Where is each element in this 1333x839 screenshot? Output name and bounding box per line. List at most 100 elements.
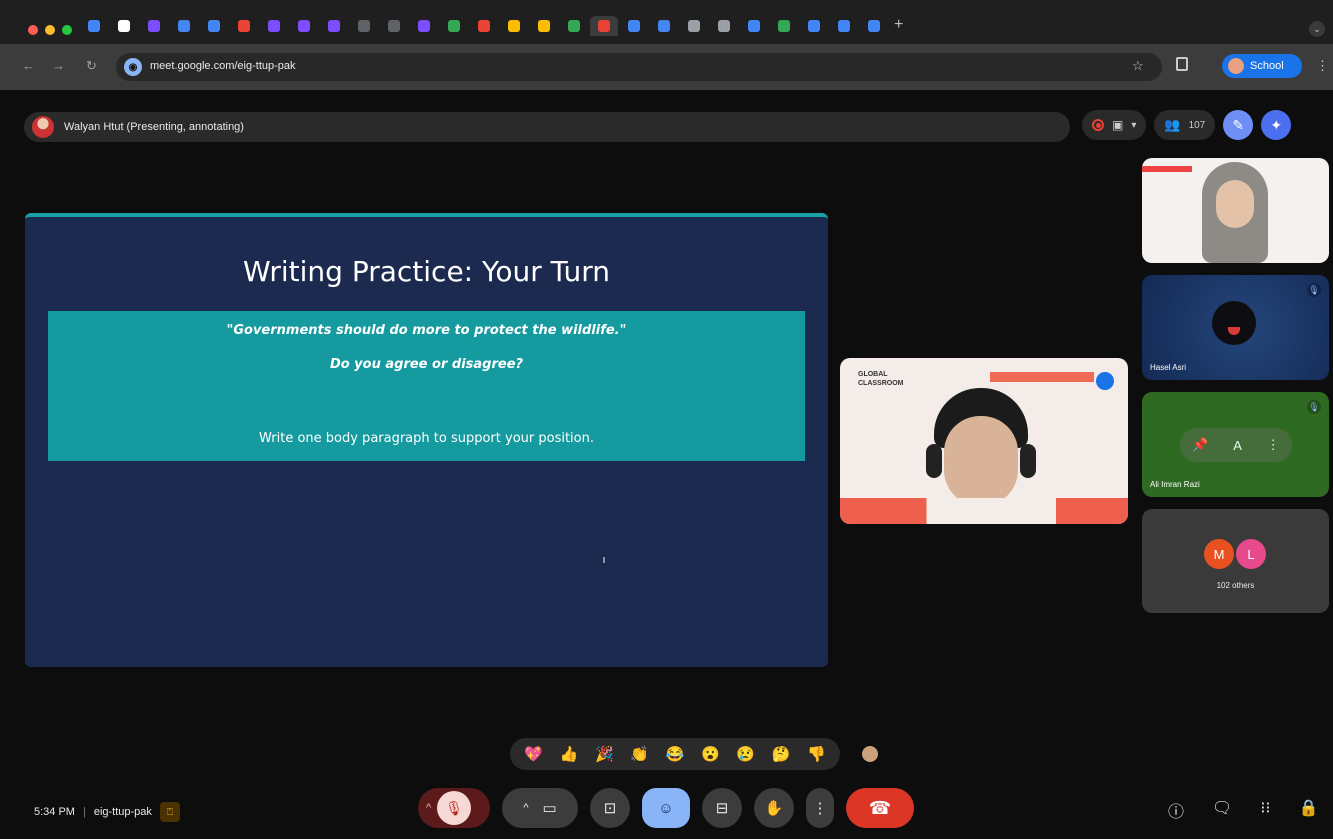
browser-tab[interactable]	[740, 16, 768, 36]
call-controls: ^ 🎙 ^ ▭ ⊡ ☺ ⊟ ✋ ⋮ ☎	[418, 788, 914, 828]
browser-tab[interactable]	[710, 16, 738, 36]
reaction-emoji[interactable]: 👏	[630, 747, 649, 762]
forward-icon[interactable]: →	[52, 58, 65, 73]
present-button[interactable]: ⊟	[702, 788, 742, 828]
more-options-icon[interactable]: ⋮	[1267, 437, 1280, 453]
more-options-button[interactable]: ⋮	[806, 788, 834, 828]
chevron-up-icon[interactable]: ^	[523, 802, 528, 814]
pinned-participant-tile[interactable]: GLOBAL CLASSROOM	[840, 358, 1128, 524]
address-bar[interactable]: ◉ meet.google.com/eig-ttup-pak	[116, 53, 1162, 81]
browser-tab[interactable]	[80, 16, 108, 36]
raise-hand-button[interactable]: ✋	[754, 788, 794, 828]
participants-pill[interactable]: 👥 107	[1154, 110, 1216, 140]
browser-tab[interactable]	[170, 16, 198, 36]
tab-favicon-icon	[778, 20, 790, 32]
browser-tab[interactable]	[320, 16, 348, 36]
slide-title: Writing Practice: Your Turn	[242, 255, 611, 288]
back-icon[interactable]: ←	[22, 58, 35, 73]
browser-tab[interactable]	[230, 16, 258, 36]
captions-icon: ⊡	[603, 800, 617, 817]
new-tab-icon[interactable]: +	[894, 16, 903, 36]
reaction-emoji[interactable]: 👍	[560, 747, 579, 762]
reaction-emoji[interactable]: 💖	[524, 747, 543, 762]
browser-tab[interactable]	[260, 16, 288, 36]
captions-button[interactable]: ⊡	[590, 788, 630, 828]
reload-icon[interactable]: ↻	[86, 58, 97, 74]
browser-tab[interactable]	[800, 16, 828, 36]
browser-tab[interactable]	[680, 16, 708, 36]
profile-button[interactable]: School	[1222, 54, 1302, 78]
browser-tab[interactable]	[290, 16, 318, 36]
browser-menu-icon[interactable]: ⋮	[1316, 58, 1329, 74]
chat-icon[interactable]: 🗨	[1212, 798, 1232, 822]
camera-control[interactable]: ^ ▭	[502, 788, 578, 828]
extensions-icon[interactable]	[1176, 57, 1188, 71]
emoji-reactions-button[interactable]: ☺	[642, 788, 690, 828]
others-tile[interactable]: M L 102 others	[1142, 509, 1329, 613]
presenter-bar[interactable]: Walyan Htut (Presenting, annotating)	[24, 112, 1070, 142]
activities-icon[interactable]: ⁝⁝	[1260, 798, 1270, 822]
gemini-sparkle-icon[interactable]: ✦	[1261, 110, 1292, 140]
browser-tab[interactable]	[140, 16, 168, 36]
reaction-emoji[interactable]: 😮	[701, 747, 720, 762]
site-info-icon[interactable]: ◉	[124, 58, 142, 76]
participant-tile-hasel[interactable]: 🎙 Hasel Asri	[1142, 275, 1329, 380]
avatar: M	[1204, 539, 1234, 569]
presenter-avatar	[32, 116, 54, 138]
tab-favicon-icon	[298, 20, 310, 32]
tab-favicon-icon	[88, 20, 100, 32]
pin-icon[interactable]: 📌	[1192, 437, 1208, 453]
reaction-emoji[interactable]: 🤔	[772, 747, 791, 762]
reaction-emoji[interactable]: 🎉	[595, 747, 614, 762]
browser-tab[interactable]	[350, 16, 378, 36]
separator: |	[82, 806, 86, 818]
end-call-button[interactable]: ☎	[846, 788, 914, 828]
reaction-emoji[interactable]: 😂	[666, 747, 685, 762]
browser-tab[interactable]	[770, 16, 798, 36]
tab-favicon-icon	[328, 20, 340, 32]
browser-tab[interactable]	[560, 16, 588, 36]
browser-tab[interactable]	[110, 16, 138, 36]
reaction-emoji[interactable]: 👎	[807, 747, 826, 762]
slide-quote: "Governments should do more to protect t…	[226, 323, 627, 338]
more-options-icon: ⋮	[812, 800, 828, 817]
reaction-emoji[interactable]: 😢	[736, 747, 755, 762]
browser-tab[interactable]	[500, 16, 528, 36]
maximize-window-icon[interactable]	[62, 25, 72, 35]
hang-up-icon: ☎	[868, 797, 892, 818]
host-controls-icon[interactable]: 🔒	[1299, 798, 1319, 822]
minimize-window-icon[interactable]	[45, 25, 55, 35]
annotate-pen-icon[interactable]: ✎	[1223, 110, 1254, 140]
chevron-up-icon[interactable]: ^	[426, 802, 431, 814]
tab-search-icon[interactable]: ⌄	[1309, 21, 1325, 37]
tab-favicon-icon	[508, 20, 520, 32]
tab-favicon-icon	[358, 20, 370, 32]
skin-tone-selector[interactable]	[862, 746, 878, 762]
browser-tab[interactable]	[200, 16, 228, 36]
mic-control[interactable]: ^ 🎙	[418, 788, 490, 828]
bookmark-star-icon[interactable]: ☆	[1132, 58, 1144, 74]
url-text[interactable]: meet.google.com/eig-ttup-pak	[150, 60, 296, 72]
captions-icon[interactable]: A	[1233, 438, 1242, 453]
close-window-icon[interactable]	[28, 25, 38, 35]
browser-tab[interactable]	[440, 16, 468, 36]
browser-tab[interactable]	[830, 16, 858, 36]
browser-tab[interactable]	[620, 16, 648, 36]
browser-tab[interactable]	[860, 16, 888, 36]
slide-prompt-box: "Governments should do more to protect t…	[48, 311, 805, 461]
browser-tab[interactable]	[590, 16, 618, 36]
participant-tile-video[interactable]	[1142, 158, 1329, 263]
camera-icon[interactable]: ▭	[542, 799, 556, 817]
browser-tab[interactable]	[650, 16, 678, 36]
window-controls	[28, 25, 72, 35]
mic-off-icon[interactable]: 🎙	[437, 791, 472, 825]
browser-tab[interactable]	[470, 16, 498, 36]
info-icon[interactable]: ⓘ	[1168, 798, 1184, 822]
browser-tab[interactable]	[380, 16, 408, 36]
browser-tab[interactable]	[410, 16, 438, 36]
recording-camera-pill[interactable]: ▣ ▾	[1082, 110, 1147, 140]
tab-favicon-icon	[808, 20, 820, 32]
presenter-status: Walyan Htut (Presenting, annotating)	[64, 121, 244, 133]
browser-tab[interactable]	[530, 16, 558, 36]
participant-tile-ali[interactable]: 🎙 📌 A ⋮ Ali Imran Razi	[1142, 392, 1329, 497]
